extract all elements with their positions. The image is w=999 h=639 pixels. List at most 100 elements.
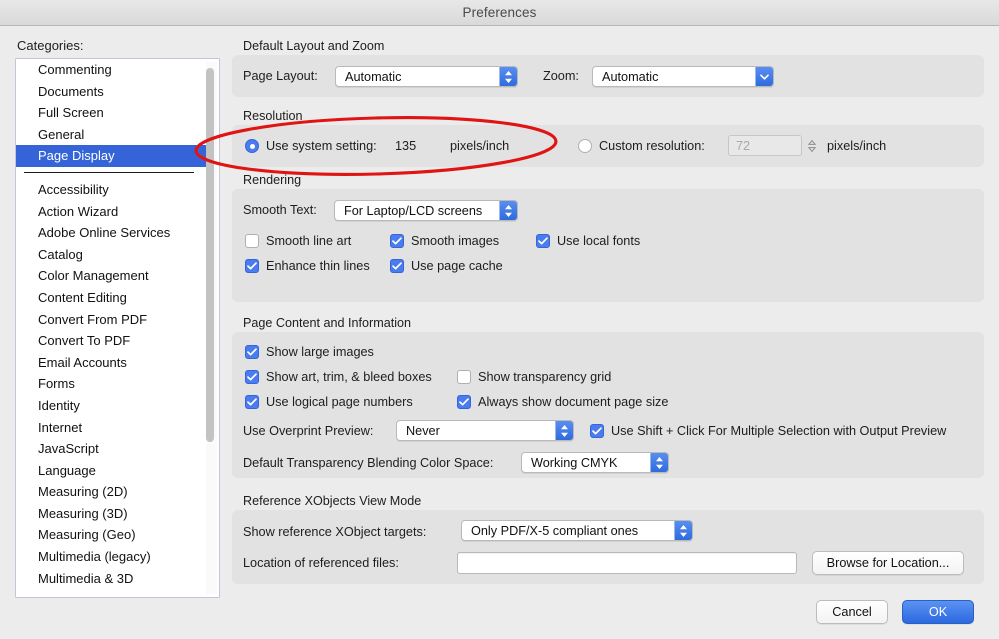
checkbox-use-logical-page-numbers[interactable]: Use logical page numbers	[245, 395, 413, 409]
checkbox-label: Use page cache	[411, 259, 503, 273]
checkbox-box-icon	[390, 259, 404, 273]
sidebar-item-accessibility[interactable]: Accessibility	[16, 179, 206, 201]
stepper-arrows-icon	[674, 521, 692, 540]
checkbox-box-icon	[536, 234, 550, 248]
group-title-layout-zoom: Default Layout and Zoom	[243, 39, 385, 53]
sidebar-item-language[interactable]: Language	[16, 460, 206, 482]
checkbox-label: Use logical page numbers	[266, 395, 413, 409]
page-layout-label: Page Layout:	[243, 69, 318, 83]
checkbox-label: Enhance thin lines	[266, 259, 370, 273]
radio-indicator-icon	[245, 139, 259, 153]
sidebar-item-color-management[interactable]: Color Management	[16, 265, 206, 287]
sidebar-item-measuring-3d[interactable]: Measuring (3D)	[16, 503, 206, 525]
window-title: Preferences	[462, 5, 537, 20]
browse-for-location-button[interactable]: Browse for Location...	[812, 551, 964, 575]
blending-color-space-dropdown[interactable]: Working CMYK	[521, 452, 669, 473]
sidebar-item-general[interactable]: General	[16, 124, 206, 146]
checkbox-show-transparency-grid[interactable]: Show transparency grid	[457, 370, 611, 384]
checkbox-box-icon	[457, 370, 471, 384]
sidebar-item-email-accounts[interactable]: Email Accounts	[16, 352, 206, 374]
checkbox-box-icon	[245, 345, 259, 359]
cancel-button[interactable]: Cancel	[816, 600, 888, 624]
checkbox-box-icon	[590, 424, 604, 438]
custom-resolution-input[interactable]: 72	[728, 135, 802, 156]
sidebar-item-multimedia-3d[interactable]: Multimedia & 3D	[16, 568, 206, 590]
sidebar-item-adobe-online-services[interactable]: Adobe Online Services	[16, 222, 206, 244]
location-referenced-files-input[interactable]	[457, 552, 797, 574]
sidebar-item-forms[interactable]: Forms	[16, 373, 206, 395]
location-referenced-files-label: Location of referenced files:	[243, 556, 399, 570]
group-title-rendering: Rendering	[243, 173, 302, 187]
sidebar-separator	[16, 167, 206, 179]
radio-custom-resolution[interactable]: Custom resolution:	[578, 139, 705, 153]
show-xobject-targets-value: Only PDF/X-5 compliant ones	[471, 523, 639, 538]
checkbox-smooth-images[interactable]: Smooth images	[390, 234, 499, 248]
radio-indicator-icon	[578, 139, 592, 153]
checkbox-smooth-line-art[interactable]: Smooth line art	[245, 234, 351, 248]
checkbox-show-art-trim-bleed[interactable]: Show art, trim, & bleed boxes	[245, 370, 432, 384]
sidebar-item-catalog[interactable]: Catalog	[16, 244, 206, 266]
title-bar: Preferences	[0, 0, 999, 26]
sidebar-item-identity[interactable]: Identity	[16, 395, 206, 417]
sidebar-item-content-editing[interactable]: Content Editing	[16, 287, 206, 309]
ok-button[interactable]: OK	[902, 600, 974, 624]
zoom-value: Automatic	[602, 69, 659, 84]
zoom-label: Zoom:	[543, 69, 579, 83]
use-system-setting-label: Use system setting:	[266, 139, 377, 153]
categories-list-inner: Commenting Documents Full Screen General Pag…	[16, 59, 206, 589]
sidebar-item-action-wizard[interactable]: Action Wizard	[16, 201, 206, 223]
checkbox-show-large-images[interactable]: Show large images	[245, 345, 374, 359]
custom-resolution-stepper[interactable]: 72	[728, 135, 819, 156]
smooth-text-dropdown[interactable]: For Laptop/LCD screens	[334, 200, 518, 221]
categories-scrollbar-thumb[interactable]	[206, 68, 214, 442]
sidebar-item-convert-from-pdf[interactable]: Convert From PDF	[16, 309, 206, 331]
categories-label: Categories:	[17, 38, 84, 53]
checkbox-box-icon	[245, 234, 259, 248]
zoom-dropdown[interactable]: Automatic	[592, 66, 774, 87]
categories-scrollbar-track[interactable]	[206, 62, 217, 594]
sidebar-item-convert-to-pdf[interactable]: Convert To PDF	[16, 330, 206, 352]
page-layout-dropdown[interactable]: Automatic	[335, 66, 518, 87]
group-title-page-content: Page Content and Information	[243, 316, 412, 330]
checkbox-box-icon	[390, 234, 404, 248]
sidebar-item-javascript[interactable]: JavaScript	[16, 438, 206, 460]
checkbox-enhance-thin-lines[interactable]: Enhance thin lines	[245, 259, 370, 273]
stepper-arrows-icon[interactable]	[805, 135, 819, 156]
categories-list[interactable]: Commenting Documents Full Screen General Pag…	[15, 58, 220, 598]
sidebar-item-page-display[interactable]: Page Display	[16, 145, 206, 167]
checkbox-label: Use local fonts	[557, 234, 641, 248]
sidebar-item-internet[interactable]: Internet	[16, 417, 206, 439]
sidebar-item-documents[interactable]: Documents	[16, 81, 206, 103]
checkbox-label: Smooth images	[411, 234, 500, 248]
checkbox-label: Use Shift + Click For Multiple Selection…	[611, 424, 947, 438]
system-resolution-value: 135	[395, 139, 417, 153]
checkbox-box-icon	[245, 395, 259, 409]
checkbox-box-icon	[457, 395, 471, 409]
checkbox-box-icon	[245, 370, 259, 384]
checkbox-label: Show art, trim, & bleed boxes	[266, 370, 432, 384]
checkbox-box-icon	[245, 259, 259, 273]
sidebar-item-commenting[interactable]: Commenting	[16, 59, 206, 81]
sidebar-item-full-screen[interactable]: Full Screen	[16, 102, 206, 124]
checkbox-use-local-fonts[interactable]: Use local fonts	[536, 234, 640, 248]
sidebar-item-measuring-2d[interactable]: Measuring (2D)	[16, 481, 206, 503]
radio-use-system-setting[interactable]: Use system setting:	[245, 139, 377, 153]
checkbox-label: Show transparency grid	[478, 370, 612, 384]
overprint-preview-value: Never	[406, 423, 440, 438]
checkbox-always-show-page-size[interactable]: Always show document page size	[457, 395, 668, 409]
checkbox-label: Show large images	[266, 345, 374, 359]
stepper-arrows-icon	[499, 201, 517, 220]
sidebar-item-measuring-geo[interactable]: Measuring (Geo)	[16, 524, 206, 546]
show-xobject-targets-dropdown[interactable]: Only PDF/X-5 compliant ones	[461, 520, 693, 541]
smooth-text-label: Smooth Text:	[243, 203, 317, 217]
checkbox-use-page-cache[interactable]: Use page cache	[390, 259, 503, 273]
custom-resolution-label: Custom resolution:	[599, 139, 705, 153]
checkbox-label: Always show document page size	[478, 395, 669, 409]
sidebar-item-multimedia-legacy[interactable]: Multimedia (legacy)	[16, 546, 206, 568]
checkbox-label: Smooth line art	[266, 234, 352, 248]
group-title-reference-xobjects: Reference XObjects View Mode	[243, 494, 422, 508]
system-resolution-units: pixels/inch	[450, 139, 510, 153]
checkbox-shift-click-multiple-selection[interactable]: Use Shift + Click For Multiple Selection…	[590, 424, 946, 438]
overprint-preview-dropdown[interactable]: Never	[396, 420, 574, 441]
chevron-down-icon	[755, 67, 773, 86]
